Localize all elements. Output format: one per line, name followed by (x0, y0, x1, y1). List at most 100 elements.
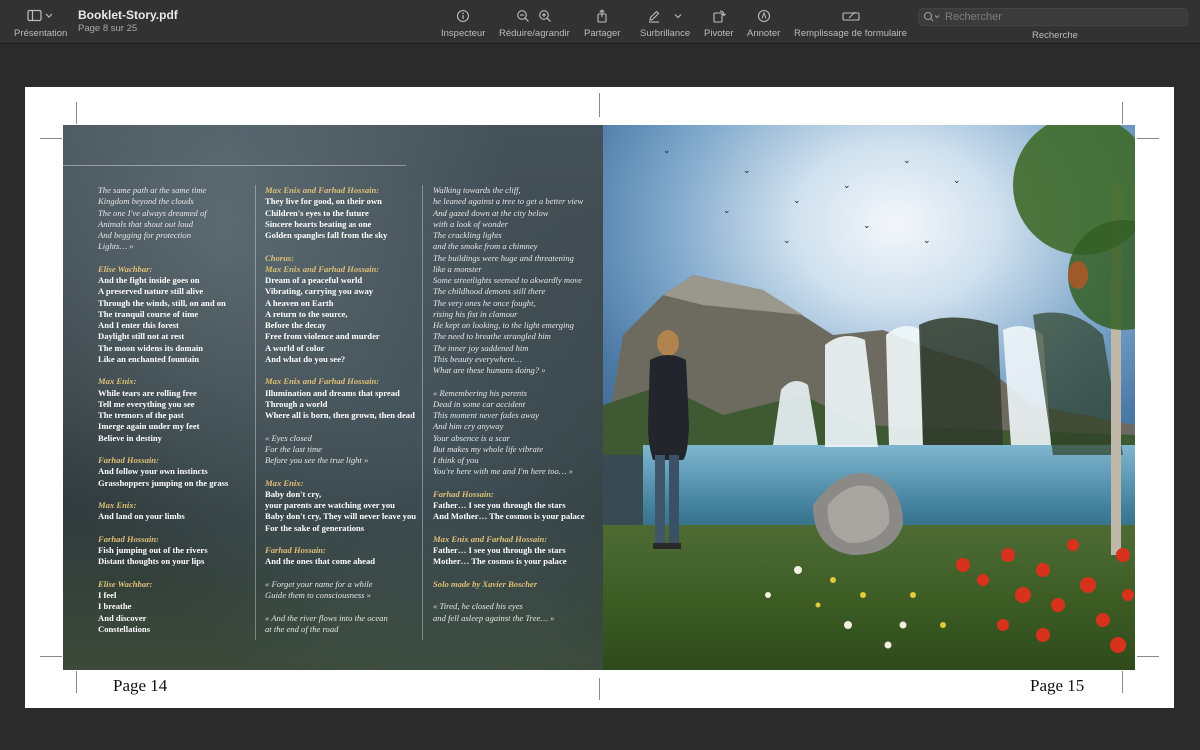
lyric-line: And gazed down at the city below (433, 207, 549, 218)
lyric-line: like a monster (433, 263, 482, 274)
share-button[interactable]: Partager (584, 0, 620, 39)
lyric-line: Like an enchanted fountain (98, 353, 199, 364)
stanza-gap (98, 444, 228, 455)
stanza-gap (98, 489, 228, 500)
crop-mark (40, 656, 62, 657)
lyric-line: Before the decay (265, 320, 326, 330)
lyric-line: Dead in some car accident (433, 398, 526, 409)
document-page-indicator: Page 8 sur 25 (78, 23, 138, 34)
chevron-down-icon[interactable] (673, 9, 683, 23)
lyric-line: What are these humans doing? » (433, 365, 546, 375)
lyric-line: and fell asleep against the Tree… » (433, 612, 555, 623)
highlight-label: Surbrillance (640, 28, 691, 39)
bird-icon: ⌄ (923, 235, 931, 245)
sidebar-button[interactable]: Présentation (14, 0, 67, 39)
lyric-line: This moment never fades away (433, 410, 539, 420)
search-label: Recherche (1032, 30, 1078, 41)
lyric-line: The buildings were huge and threatening (433, 252, 574, 263)
lyric-line: Free from violence and murder (265, 331, 380, 342)
crop-mark (40, 138, 62, 139)
stanza-gap (265, 241, 416, 252)
page-number-right: Page 15 (1030, 676, 1085, 695)
annotate-button[interactable]: Annoter (747, 0, 780, 39)
lyric-line: Dream of a peaceful world (265, 275, 363, 285)
lyric-line: He kept on looking, to the light emergin… (433, 320, 574, 330)
lyric-line: Some streetlights seemed to akwardly mov… (433, 275, 583, 285)
stanza-gap (98, 523, 228, 534)
document-title: Booklet-Story.pdf (78, 8, 178, 22)
crop-mark (1137, 138, 1159, 139)
bird-icon: ⌄ (663, 145, 671, 155)
lyric-line: A return to the source, (265, 308, 348, 319)
stanza-gap (98, 365, 228, 376)
crop-mark (76, 671, 77, 693)
foreground (648, 125, 1135, 653)
lyric-line: The childhood demons still there (433, 286, 546, 297)
rotate-button[interactable]: Pivoter (704, 0, 734, 39)
zoom-button[interactable]: Réduire/agrandir (499, 0, 570, 39)
top-rule (63, 165, 406, 166)
rotate-label: Pivoter (704, 28, 734, 39)
highlight-button[interactable]: Surbrillance (640, 0, 690, 39)
stanza-gap (265, 466, 416, 477)
stanza-gap (265, 365, 416, 376)
waterfall-illustration: ⌄ ⌄ ⌄ ⌄ ⌄ ⌄ ⌄ ⌄ ⌄ ⌄ (603, 125, 1135, 670)
stanza-gap (433, 568, 585, 579)
stanza-gap (98, 568, 228, 579)
highlight-controls (647, 7, 683, 25)
lyric-line: Distant thoughts on your lips (98, 556, 205, 567)
zoom-out-icon[interactable] (516, 9, 530, 23)
search-field[interactable] (918, 8, 1188, 26)
lyric-line: Illumination and dreams that spread (265, 387, 400, 398)
lyric-line: You're here with me and I'm here too… » (433, 466, 573, 477)
lyric-line: Father… I see you through the stars (433, 500, 566, 510)
bird-icon: ⌄ (863, 220, 871, 230)
form-fill-button[interactable]: Remplissage de formulaire (794, 0, 907, 39)
form-fill-label: Remplissage de formulaire (794, 28, 907, 39)
lyric-line: « Remembering his parents (433, 387, 527, 398)
column-divider (255, 185, 256, 640)
lyric-line: « Forget your name for a while (265, 578, 373, 589)
lyric-line: your parents are watching over you (265, 500, 395, 510)
lyric-line: Constellations (98, 623, 151, 634)
speaker-label: Max Enix and Farhad Hossain: (265, 263, 380, 274)
zoom-in-icon[interactable] (538, 9, 552, 23)
lyric-line: And him cry anyway (433, 421, 504, 432)
lyric-line: « Tired, he closed his eyes (433, 601, 523, 612)
lyric-line: For the last time (265, 443, 323, 454)
lyric-line: Children's eyes to the future (265, 207, 369, 218)
lyric-line: he leaned against a tree to get a better… (433, 196, 584, 207)
search-icon (923, 11, 940, 22)
lyric-line: This beauty everywhere… (433, 353, 522, 364)
bird-icon: ⌄ (723, 205, 731, 215)
lyric-line: Walking towards the cliff, (433, 185, 521, 195)
lyrics-column-3: Walking towards the cliff, he leaned agai… (433, 185, 585, 624)
lyric-line: I breathe (98, 601, 132, 612)
crop-mark (599, 93, 600, 117)
lyric-line: with a look of wonder (433, 218, 508, 229)
speaker-label: Farhad Hossain: (98, 455, 159, 465)
crop-mark (1137, 656, 1159, 657)
lyric-line: The one I've always dreamed of (98, 207, 207, 218)
crop-mark (1122, 102, 1123, 124)
lyric-line: The inner joy saddened him (433, 342, 529, 353)
booklet-spread: ⌄ ⌄ ⌄ ⌄ ⌄ ⌄ ⌄ ⌄ ⌄ ⌄ The same path at the… (63, 125, 1135, 670)
lyric-line: Fish jumping out of the rivers (98, 545, 208, 555)
lyric-line: And the fight inside goes on (98, 275, 200, 285)
lyric-line: « Eyes closed (265, 432, 312, 443)
speaker-label: Farhad Hossain: (98, 533, 159, 544)
speaker-label: Solo made by Xavier Boscher (433, 578, 538, 589)
bird-icon: ⌄ (783, 235, 791, 245)
share-label: Partager (584, 28, 621, 39)
search-input[interactable] (945, 11, 1175, 23)
lyric-line: and the smoke from a chimney (433, 241, 538, 252)
lyric-line: They live for good, on their own (265, 196, 382, 207)
stanza-gap (265, 601, 416, 612)
lyric-line: Through the winds, still, on and on (98, 297, 226, 308)
lyric-line: A heaven on Earth (265, 297, 334, 308)
speaker-label: Max Enix and Farhad Hossain: (433, 533, 548, 544)
lyric-line: Kingdom beyond the clouds (98, 196, 194, 207)
lyric-line: Before you see the true light » (265, 455, 369, 465)
lyric-line: Believe in destiny (98, 432, 162, 443)
inspector-button[interactable]: Inspecteur (441, 0, 485, 39)
